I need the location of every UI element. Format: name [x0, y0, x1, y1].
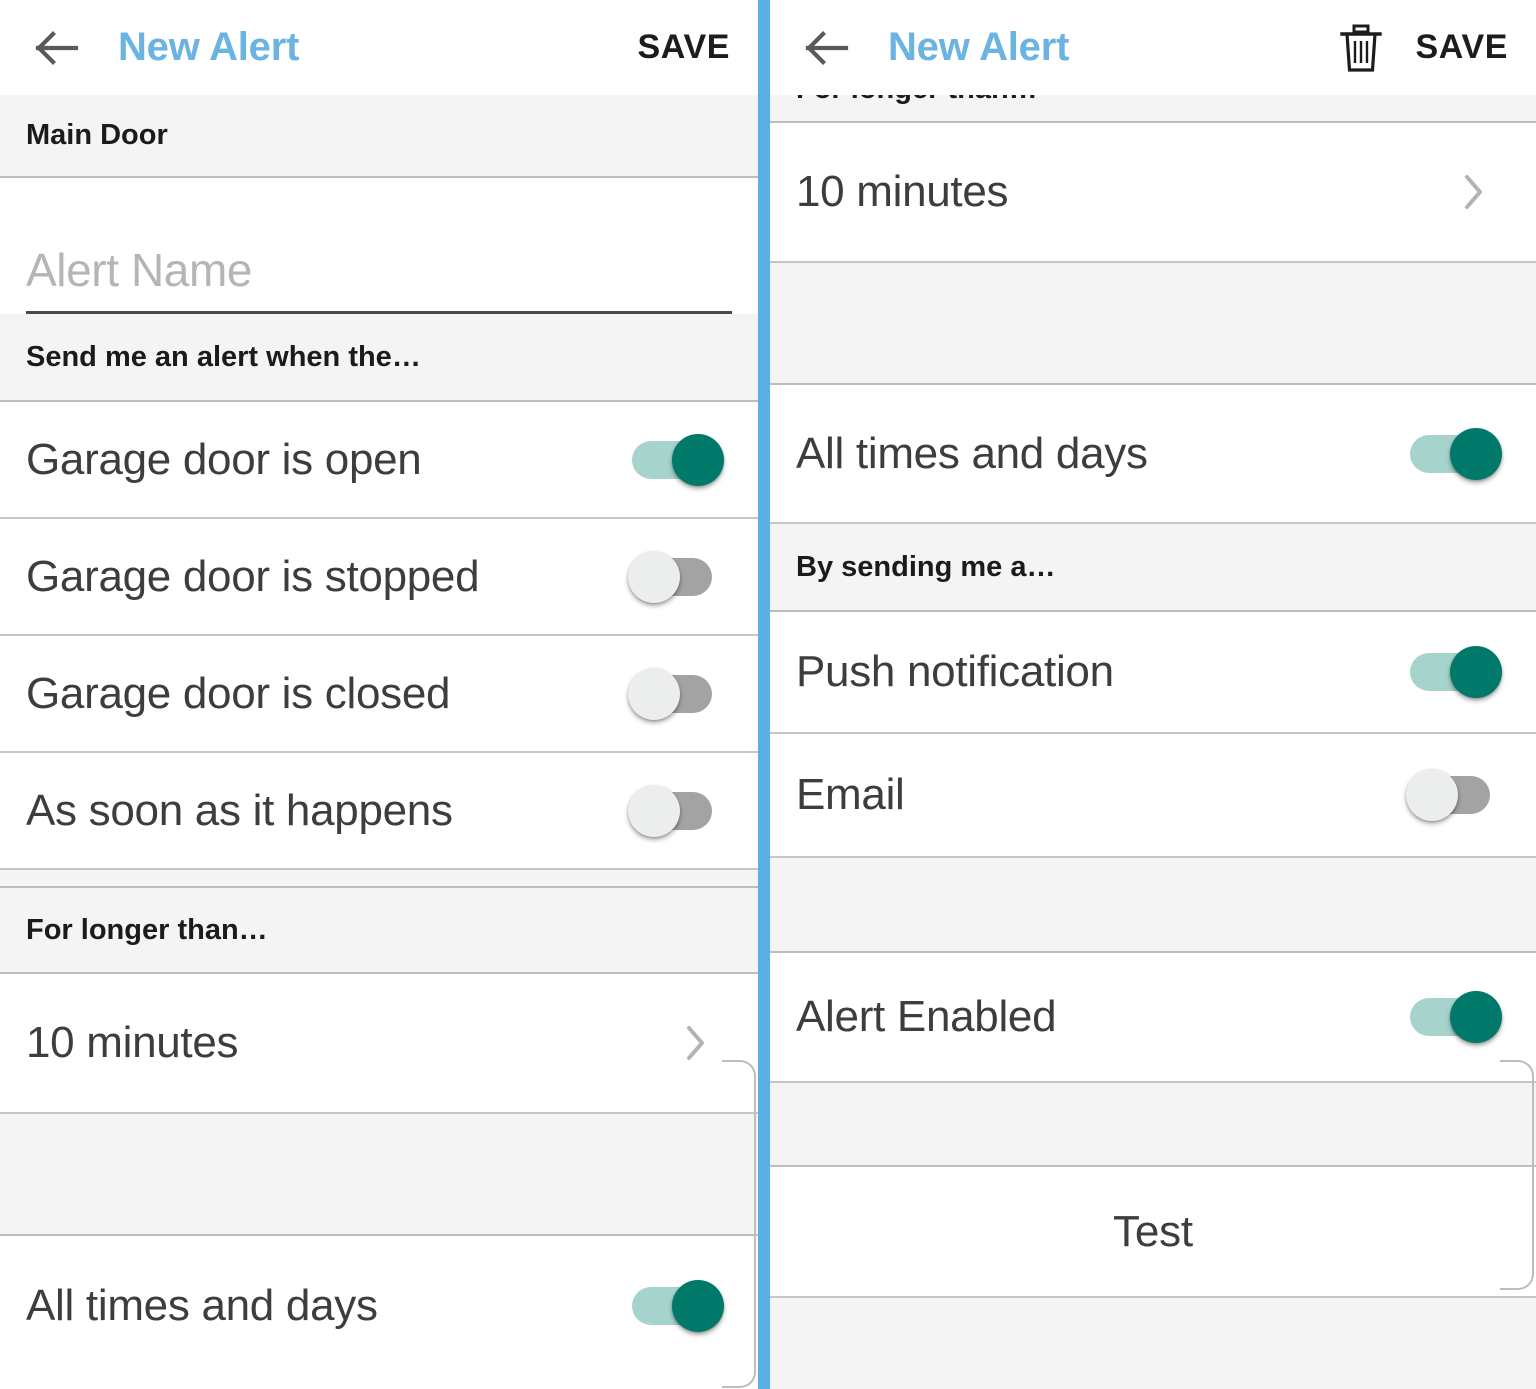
- toggle-all-times-and-days[interactable]: [628, 1278, 724, 1334]
- right-scroll-body[interactable]: For longer than… 10 minutes All times an…: [770, 95, 1536, 1389]
- duration-section-header-clipped: For longer than…: [770, 95, 1536, 123]
- duration-section-header: For longer than…: [0, 888, 758, 974]
- dual-panel-screenshot: New Alert SAVE Main Door Send me an aler…: [0, 0, 1536, 1389]
- toggle-thumb: [1450, 991, 1502, 1043]
- save-button[interactable]: SAVE: [638, 28, 730, 67]
- list-item-label: Push notification: [796, 647, 1114, 696]
- alert-enabled-row[interactable]: Alert Enabled: [770, 953, 1536, 1083]
- section-spacer: [770, 263, 1536, 385]
- delivery-section-header: By sending me a…: [770, 524, 1536, 612]
- alert-enabled-label: Alert Enabled: [796, 992, 1057, 1041]
- schedule-label: All times and days: [796, 428, 1148, 478]
- section-spacer: [770, 1298, 1536, 1389]
- table-row[interactable]: Email: [770, 734, 1536, 858]
- section-spacer: [0, 1114, 758, 1236]
- left-scroll-body[interactable]: Main Door Send me an alert when the… Gar…: [0, 95, 758, 1388]
- right-panel: New Alert SAVE For longer than…: [770, 0, 1536, 1389]
- list-item-label: Garage door is stopped: [26, 551, 480, 601]
- table-row[interactable]: Push notification: [770, 612, 1536, 734]
- table-row[interactable]: As soon as it happens: [0, 753, 758, 870]
- duration-row[interactable]: 10 minutes: [0, 974, 758, 1114]
- duration-value: 10 minutes: [26, 1018, 239, 1067]
- toggle-thumb: [1450, 427, 1502, 480]
- trash-icon: [1336, 20, 1386, 76]
- toggle-thumb: [628, 784, 680, 837]
- list-item-label: Garage door is open: [26, 434, 422, 484]
- page-title: New Alert: [888, 25, 1070, 69]
- alert-name-input[interactable]: [26, 243, 732, 314]
- chevron-right-icon: [1454, 173, 1494, 211]
- duration-row[interactable]: 10 minutes: [770, 123, 1536, 263]
- section-spacer: [770, 1083, 1536, 1167]
- section-spacer: [0, 870, 758, 888]
- toggle-thumb: [1406, 769, 1458, 821]
- toggle-garage-door-closed[interactable]: [628, 666, 724, 722]
- list-item-label: Garage door is closed: [26, 668, 451, 718]
- toggle-thumb: [1450, 646, 1502, 698]
- schedule-row[interactable]: All times and days: [0, 1236, 758, 1375]
- duration-section-header-label: For longer than…: [796, 95, 1038, 106]
- toggle-all-times-and-days[interactable]: [1406, 426, 1502, 482]
- toggle-push-notification[interactable]: [1406, 644, 1502, 700]
- save-button[interactable]: SAVE: [1416, 28, 1508, 67]
- toggle-thumb: [628, 550, 680, 603]
- schedule-row[interactable]: All times and days: [770, 385, 1536, 524]
- toggle-garage-door-open[interactable]: [628, 432, 724, 488]
- trigger-section-header: Send me an alert when the…: [0, 314, 758, 402]
- toggle-thumb: [672, 433, 724, 486]
- toggle-thumb: [672, 1279, 724, 1332]
- toggle-garage-door-stopped[interactable]: [628, 549, 724, 605]
- toggle-thumb: [628, 667, 680, 720]
- panel-divider: [758, 0, 770, 1389]
- alert-name-row[interactable]: [0, 178, 758, 314]
- delete-button[interactable]: [1332, 19, 1390, 77]
- arrow-left-icon: [804, 28, 850, 68]
- table-row[interactable]: Garage door is open: [0, 402, 758, 519]
- test-button[interactable]: Test: [770, 1167, 1536, 1298]
- left-panel: New Alert SAVE Main Door Send me an aler…: [0, 0, 758, 1389]
- page-title: New Alert: [118, 25, 300, 69]
- arrow-left-icon: [34, 28, 80, 68]
- list-item-label: Email: [796, 770, 905, 819]
- left-appbar: New Alert SAVE: [0, 0, 758, 95]
- right-appbar: New Alert SAVE: [770, 0, 1536, 95]
- back-button[interactable]: [26, 17, 88, 79]
- chevron-right-icon: [676, 1024, 716, 1062]
- toggle-email[interactable]: [1406, 767, 1502, 823]
- table-row[interactable]: Garage door is closed: [0, 636, 758, 753]
- list-item-label: As soon as it happens: [26, 785, 453, 835]
- back-button[interactable]: [796, 17, 858, 79]
- device-header: Main Door: [0, 95, 758, 178]
- test-button-label: Test: [1113, 1206, 1193, 1256]
- toggle-alert-enabled[interactable]: [1406, 989, 1502, 1045]
- table-row[interactable]: Garage door is stopped: [0, 519, 758, 636]
- toggle-as-soon-as-it-happens[interactable]: [628, 783, 724, 839]
- schedule-label: All times and days: [26, 1280, 378, 1330]
- duration-value: 10 minutes: [796, 167, 1009, 216]
- section-spacer: [770, 858, 1536, 953]
